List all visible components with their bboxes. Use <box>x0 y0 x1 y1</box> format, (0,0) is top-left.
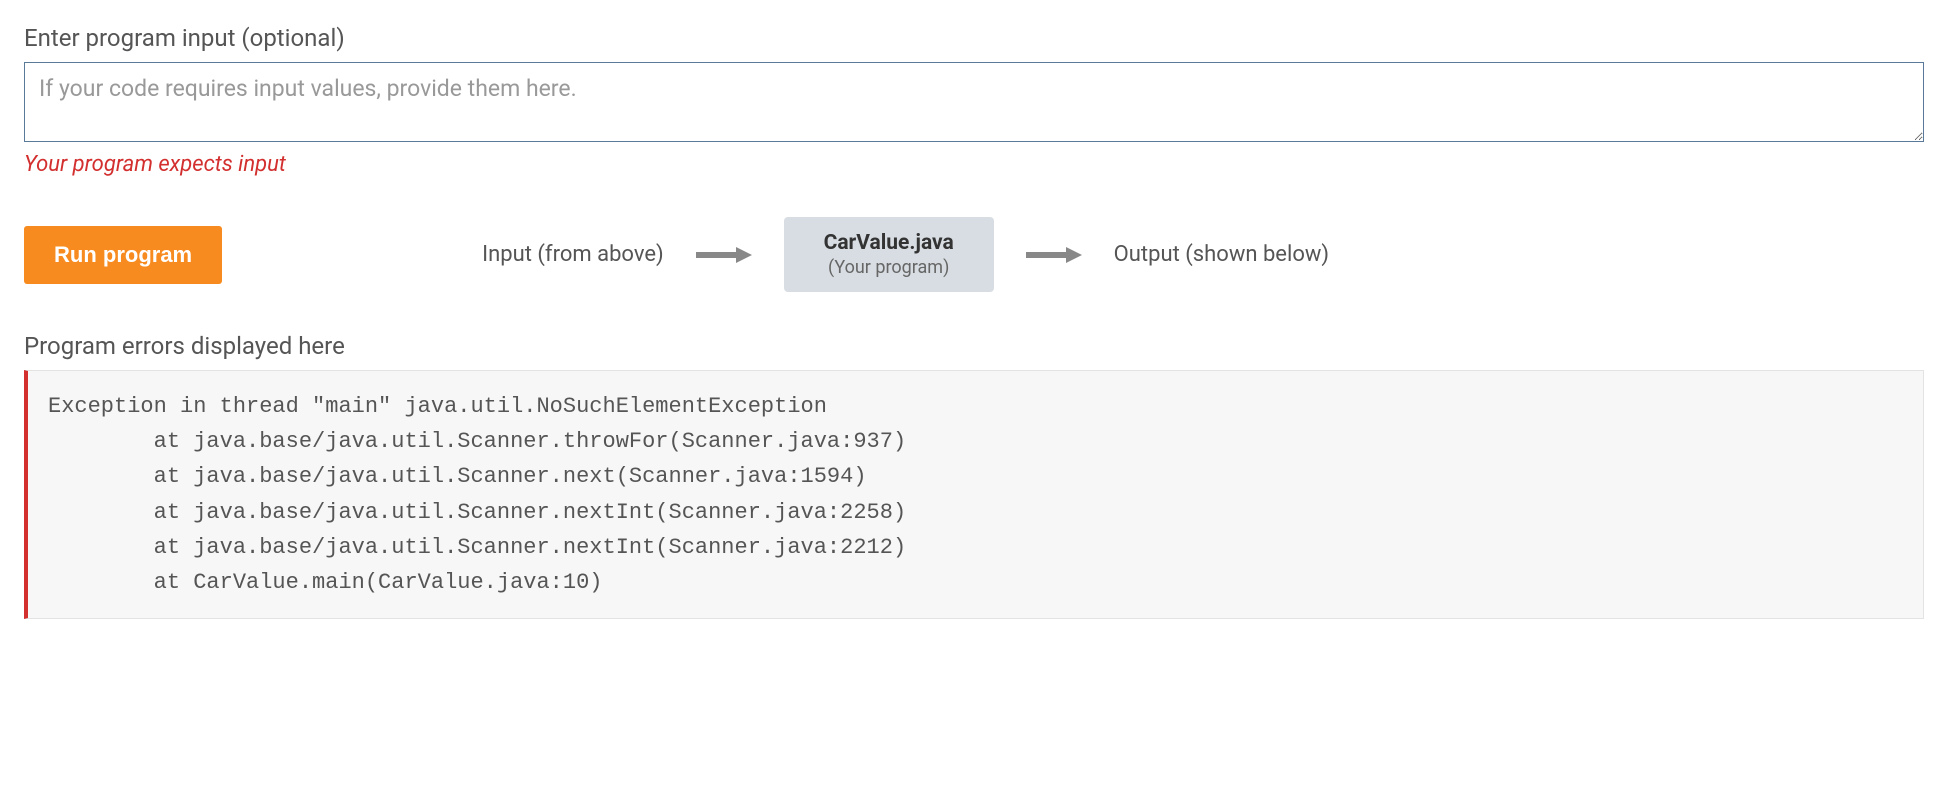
flow-input-label: Input (from above) <box>482 242 664 267</box>
input-section-label: Enter program input (optional) <box>24 24 1924 52</box>
arrow-right-icon <box>694 245 754 265</box>
program-filename: CarValue.java <box>816 231 962 255</box>
program-box: CarValue.java (Your program) <box>784 217 994 292</box>
arrow-right-icon <box>1024 245 1084 265</box>
run-row: Run program Input (from above) CarValue.… <box>24 217 1924 292</box>
input-hint: Your program expects input <box>24 152 1924 177</box>
run-program-button[interactable]: Run program <box>24 226 222 284</box>
flow-output-label: Output (shown below) <box>1114 242 1329 267</box>
program-sublabel: (Your program) <box>816 257 962 278</box>
program-input[interactable] <box>24 62 1924 142</box>
error-output: Exception in thread "main" java.util.NoS… <box>24 370 1924 619</box>
errors-section-label: Program errors displayed here <box>24 332 1924 360</box>
